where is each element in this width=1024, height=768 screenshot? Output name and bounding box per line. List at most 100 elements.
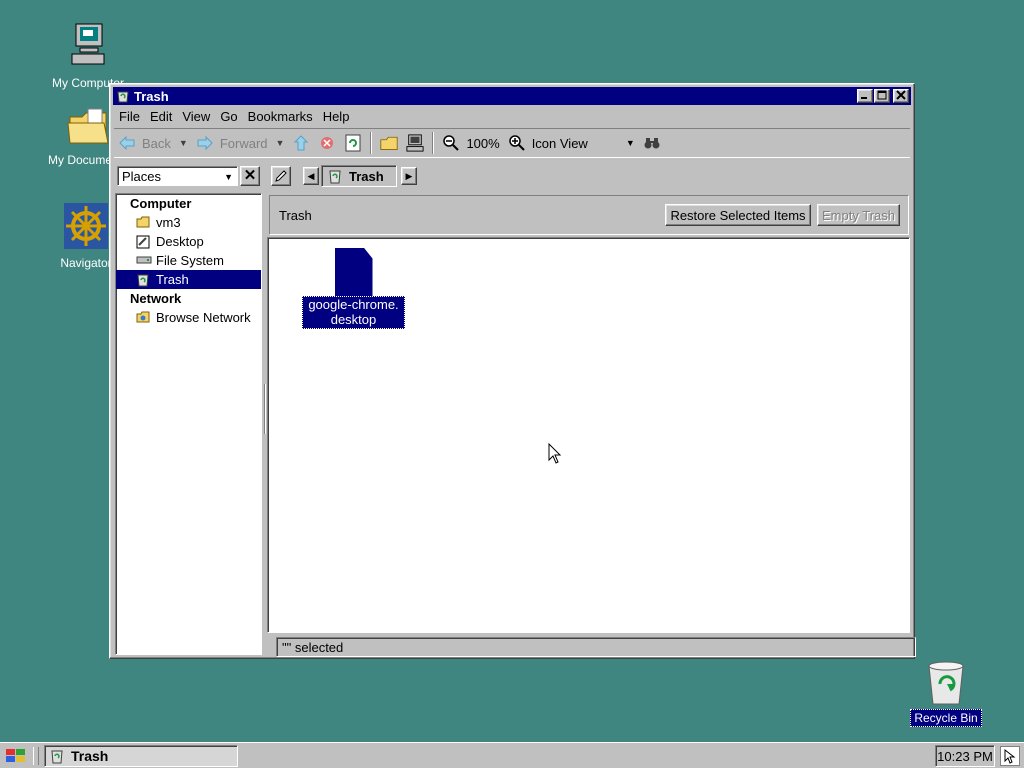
pencil-icon (275, 170, 287, 182)
status-text: "" selected (282, 639, 344, 655)
path-button-trash[interactable]: Trash (321, 165, 397, 187)
trash-icon (329, 170, 341, 184)
file-label-line2: desktop (330, 312, 377, 327)
zoom-out-button[interactable]: 100% (438, 130, 503, 156)
path-scroll-left-button[interactable]: ◀ (303, 167, 319, 185)
taskbar-button-label: Trash (71, 748, 109, 764)
sidebar-item-browse-network[interactable]: Browse Network (116, 308, 261, 327)
chevron-left-icon: ◀ (307, 171, 315, 181)
title-bar[interactable]: Trash (113, 87, 911, 105)
sidebar-item-file-system[interactable]: File System (116, 251, 261, 270)
sidebar-item-trash[interactable]: Trash (116, 270, 261, 289)
home-folder-icon (380, 134, 399, 152)
search-button[interactable] (639, 130, 665, 156)
recycle-bin-icon (928, 661, 964, 705)
restore-button-label: Restore Selected Items (670, 207, 806, 223)
menu-go[interactable]: Go (215, 109, 242, 124)
home-button[interactable] (376, 130, 402, 156)
file-view[interactable]: google-chrome. desktop (267, 237, 910, 633)
network-folder-icon (136, 311, 152, 325)
close-icon (896, 90, 906, 100)
file-label-line1: google-chrome. (308, 297, 399, 312)
menu-file[interactable]: File (114, 109, 145, 124)
zoom-out-icon (442, 134, 460, 152)
taskbar-grip[interactable] (33, 747, 39, 765)
empty-trash-label: Empty Trash (822, 207, 895, 223)
trash-window: Trash File Edit View Go Bookmarks Help B… (109, 83, 916, 659)
zoom-level[interactable]: 100% (466, 136, 499, 151)
trash-bar-label: Trash (279, 208, 312, 223)
view-mode-select[interactable]: Icon View (532, 136, 588, 151)
stop-button[interactable] (314, 130, 340, 156)
forward-arrow-icon (196, 134, 214, 152)
up-button[interactable] (288, 130, 314, 156)
start-logo-icon[interactable] (4, 747, 28, 765)
up-arrow-icon (292, 134, 310, 152)
back-dropdown-icon[interactable]: ▼ (179, 138, 188, 148)
taskbar-button-trash[interactable]: Trash (44, 745, 238, 767)
menu-view[interactable]: View (177, 109, 215, 124)
menu-help[interactable]: Help (318, 109, 355, 124)
trash-icon (136, 273, 152, 287)
location-bar: Places ▼ ✕ ◀ Trash ▶ (114, 162, 910, 190)
forward-label: Forward (219, 135, 268, 151)
status-bar: "" selected (276, 637, 916, 657)
sidebar-item-vm3[interactable]: vm3 (116, 213, 261, 232)
clock-text: 10:23 PM (937, 748, 993, 764)
places-dropdown-value: Places (122, 168, 162, 184)
chevron-down-icon: ▼ (224, 172, 233, 182)
maximize-icon (877, 90, 887, 100)
back-label: Back (142, 135, 171, 151)
menu-bookmarks[interactable]: Bookmarks (243, 109, 318, 124)
navigator-wheel-icon (64, 203, 108, 249)
minimize-icon (861, 97, 867, 99)
desktop-icon-label: Navigator (60, 256, 112, 270)
sidebar-header-computer: Computer (130, 196, 192, 211)
folder-icon (67, 108, 109, 144)
desktop-icon-my-computer[interactable]: My Computer (40, 22, 136, 91)
sidebar-item-desktop[interactable]: Desktop (116, 232, 261, 251)
zoom-in-button[interactable]: Icon View ▼ (504, 130, 639, 156)
desktop-icon (136, 235, 152, 249)
chevron-right-icon: ▶ (405, 171, 413, 181)
file-item[interactable]: google-chrome. desktop (302, 248, 405, 329)
maximize-button[interactable] (874, 89, 890, 103)
sidebar-item-label: Browse Network (156, 310, 251, 325)
computer-button[interactable] (402, 130, 428, 156)
toolbar-separator (432, 132, 435, 154)
stop-icon (318, 134, 336, 152)
taskbar: Trash 10:23 PM (0, 742, 1024, 768)
forward-button[interactable]: Forward ▼ (192, 130, 289, 156)
view-mode-dropdown-icon[interactable]: ▼ (626, 138, 635, 148)
restore-selected-items-button[interactable]: Restore Selected Items (665, 204, 811, 226)
binoculars-icon (643, 134, 661, 152)
sidebar-item-label: vm3 (156, 215, 181, 230)
close-sidebar-button[interactable]: ✕ (240, 166, 260, 186)
menu-edit[interactable]: Edit (145, 109, 177, 124)
back-arrow-icon (118, 134, 136, 152)
pane-splitter[interactable] (264, 384, 266, 434)
close-button[interactable] (893, 89, 909, 103)
reload-icon (344, 134, 362, 152)
reload-button[interactable] (340, 130, 366, 156)
path-scroll-right-button[interactable]: ▶ (401, 167, 417, 185)
trash-info-bar: Trash Restore Selected Items Empty Trash (269, 195, 909, 235)
drive-icon (136, 254, 152, 268)
edit-location-button[interactable] (271, 166, 291, 186)
computer-icon (406, 134, 424, 152)
path-button-label: Trash (349, 168, 384, 184)
file-label: google-chrome. desktop (302, 296, 405, 329)
home-folder-icon (136, 216, 152, 230)
places-dropdown[interactable]: Places ▼ (117, 166, 238, 186)
back-button[interactable]: Back ▼ (114, 130, 192, 156)
empty-trash-button[interactable]: Empty Trash (817, 204, 900, 226)
sidebar-item-label: File System (156, 253, 224, 268)
cursor-tray-icon[interactable] (1000, 746, 1020, 766)
mouse-cursor-icon (548, 443, 562, 464)
forward-dropdown-icon[interactable]: ▼ (276, 138, 285, 148)
minimize-button[interactable] (857, 89, 873, 103)
clock[interactable]: 10:23 PM (935, 745, 995, 767)
zoom-in-icon (508, 134, 526, 152)
desktop-icon-recycle-bin[interactable]: Recycle Bin (898, 660, 994, 727)
window-title: Trash (134, 88, 169, 104)
